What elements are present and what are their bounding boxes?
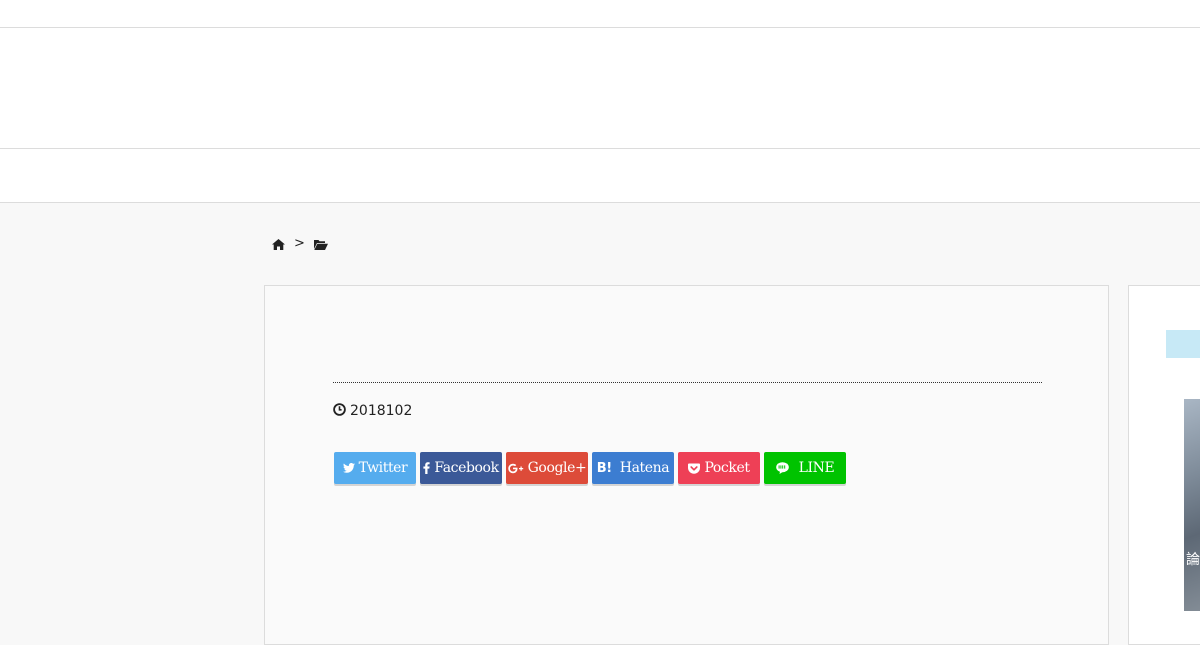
breadcrumb: > bbox=[272, 236, 328, 252]
twitter-label: Twitter bbox=[358, 460, 408, 476]
facebook-icon bbox=[423, 462, 430, 474]
line-icon bbox=[775, 462, 789, 474]
share-buttons: Twitter Facebook Google+ B! Hatena Pocke… bbox=[334, 452, 846, 484]
sidebar-thumb-text: 論 bbox=[1186, 552, 1200, 568]
twitter-icon bbox=[342, 463, 355, 473]
sidebar-tab[interactable] bbox=[1166, 330, 1200, 358]
pocket-share-button[interactable]: Pocket bbox=[678, 452, 760, 484]
site-header bbox=[0, 28, 1200, 149]
hatena-share-button[interactable]: B! Hatena bbox=[592, 452, 674, 484]
sidebar-widget: 論 bbox=[1128, 285, 1200, 645]
google-plus-label: Google+ bbox=[527, 460, 587, 476]
top-bar bbox=[0, 0, 1200, 28]
clock-icon bbox=[333, 402, 346, 420]
post-date-text: 2018102 bbox=[350, 403, 413, 419]
global-nav bbox=[0, 149, 1200, 203]
facebook-share-button[interactable]: Facebook bbox=[420, 452, 502, 484]
google-plus-share-button[interactable]: Google+ bbox=[506, 452, 588, 484]
hatena-icon: B! bbox=[596, 460, 612, 476]
title-divider bbox=[333, 382, 1042, 383]
home-icon[interactable] bbox=[272, 238, 285, 250]
sidebar-thumbnail[interactable]: 論 bbox=[1184, 399, 1200, 611]
post-date: 2018102 bbox=[333, 402, 412, 420]
hatena-label: Hatena bbox=[619, 460, 670, 476]
line-share-button[interactable]: LINE bbox=[764, 452, 846, 484]
google-plus-icon bbox=[507, 463, 524, 474]
line-label: LINE bbox=[798, 460, 835, 476]
article-card: 2018102 Twitter Facebook Google+ B! Hate… bbox=[264, 285, 1109, 645]
breadcrumb-separator: > bbox=[294, 236, 305, 251]
pocket-icon bbox=[688, 463, 701, 474]
pocket-label: Pocket bbox=[704, 460, 750, 476]
folder-open-icon[interactable] bbox=[313, 239, 328, 250]
twitter-share-button[interactable]: Twitter bbox=[334, 452, 416, 484]
facebook-label: Facebook bbox=[434, 460, 499, 476]
